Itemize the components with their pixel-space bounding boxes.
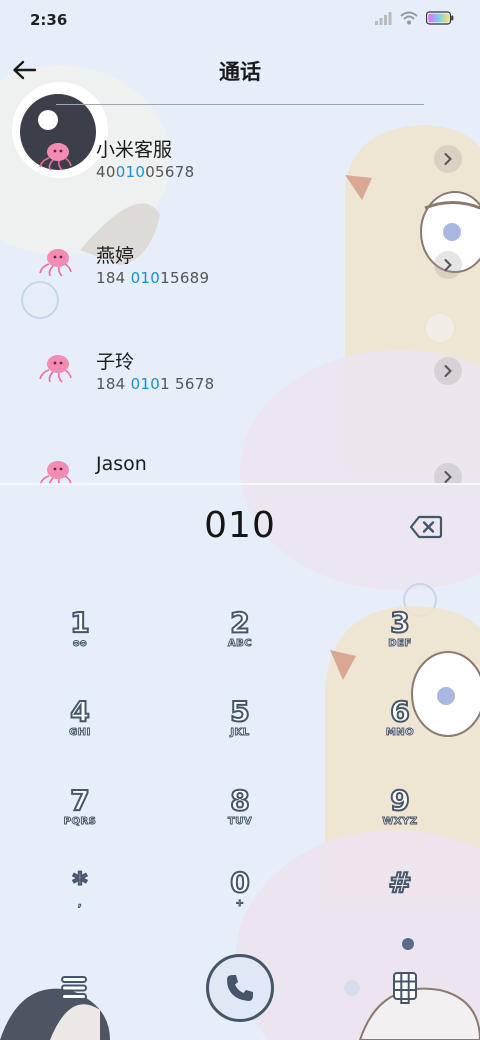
voicemail-icon: ᴑᴑ bbox=[72, 638, 88, 650]
key-digit: # bbox=[387, 865, 412, 900]
number-suffix: 05678 bbox=[145, 163, 195, 181]
key-letters: , bbox=[77, 898, 83, 910]
contact-detail-button[interactable] bbox=[434, 251, 462, 279]
header-divider bbox=[56, 104, 424, 105]
contact-number: 4001005678 bbox=[96, 163, 194, 181]
key-letters: DEF bbox=[388, 638, 412, 650]
number-prefix: 184 bbox=[96, 269, 131, 287]
key-letters: PQRS bbox=[63, 816, 97, 828]
key-digit: 9 bbox=[389, 783, 410, 818]
key-digit: 4 bbox=[69, 694, 90, 729]
chevron-right-icon bbox=[444, 259, 452, 271]
key-3[interactable]: 3 DEF bbox=[340, 605, 460, 686]
key-letters: + bbox=[235, 898, 245, 910]
status-icons bbox=[374, 11, 454, 25]
number-suffix: 15689 bbox=[160, 269, 210, 287]
header: 通话 bbox=[0, 46, 480, 96]
key-digit: 3 bbox=[389, 605, 410, 640]
dialpad-toggle-button[interactable] bbox=[390, 970, 420, 1006]
number-suffix: 1 5678 bbox=[160, 375, 215, 393]
jellyfish-avatar-icon bbox=[39, 143, 72, 171]
number-prefix: 40 bbox=[96, 163, 116, 181]
status-bar: 2:36 bbox=[0, 0, 480, 40]
contact-row[interactable]: Jason bbox=[0, 423, 480, 483]
key-4[interactable]: 4 GHI bbox=[20, 694, 140, 775]
number-match: 010 bbox=[130, 269, 161, 287]
key-6[interactable]: 6 MNO bbox=[340, 694, 460, 775]
dialer-divider bbox=[0, 483, 480, 485]
contact-detail-button[interactable] bbox=[434, 357, 462, 385]
key-digit: * bbox=[72, 865, 89, 900]
key-letters: MNO bbox=[385, 727, 415, 739]
key-digit: 0 bbox=[229, 865, 250, 900]
menu-icon bbox=[61, 976, 87, 1000]
key-letters: ABC bbox=[227, 638, 253, 650]
contact-name: 子玲 bbox=[96, 351, 135, 373]
bottom-bar bbox=[0, 950, 480, 1030]
key-letters: TUV bbox=[227, 816, 253, 828]
contact-list: 小米客服 4001005678 燕婷 184 01015689 子玲 184 0… bbox=[0, 105, 480, 483]
key-5[interactable]: 5 JKL bbox=[180, 694, 300, 775]
contact-name: 燕婷 bbox=[96, 245, 135, 267]
contact-row[interactable]: 小米客服 4001005678 bbox=[0, 105, 480, 211]
key-digit: 1 bbox=[69, 605, 90, 640]
chevron-right-icon bbox=[444, 471, 452, 483]
key-8[interactable]: 8 TUV bbox=[180, 783, 300, 864]
contact-row[interactable]: 子玲 184 0101 5678 bbox=[0, 317, 480, 423]
key-star[interactable]: * , bbox=[20, 865, 140, 946]
status-time: 2:36 bbox=[30, 11, 68, 29]
chevron-right-icon bbox=[444, 153, 452, 165]
contact-detail-button[interactable] bbox=[434, 145, 462, 173]
jellyfish-avatar-icon bbox=[39, 461, 72, 483]
key-digit: 5 bbox=[229, 694, 250, 729]
number-prefix: 184 bbox=[96, 375, 131, 393]
backspace-icon bbox=[409, 515, 443, 539]
key-digit: 8 bbox=[229, 783, 250, 818]
contact-name: Jason bbox=[96, 453, 147, 475]
key-digit: 2 bbox=[229, 605, 250, 640]
contact-number: 184 0101 5678 bbox=[96, 375, 214, 393]
key-7[interactable]: 7 PQRS bbox=[20, 783, 140, 864]
key-9[interactable]: 9 WXYZ bbox=[340, 783, 460, 864]
phone-icon bbox=[227, 975, 253, 1001]
key-1[interactable]: 1 ᴑᴑ bbox=[20, 605, 140, 686]
wifi-icon bbox=[400, 11, 418, 25]
jellyfish-avatar-icon bbox=[39, 355, 72, 383]
dialpad-icon bbox=[393, 972, 417, 1004]
battery-icon bbox=[426, 11, 454, 25]
page-title: 通话 bbox=[219, 60, 261, 84]
backspace-button[interactable] bbox=[406, 512, 446, 542]
key-letters: WXYZ bbox=[382, 816, 418, 828]
key-2[interactable]: 2 ABC bbox=[180, 605, 300, 686]
number-match: 010 bbox=[115, 163, 146, 181]
signal-icon bbox=[375, 12, 392, 25]
key-hash[interactable]: # bbox=[340, 865, 460, 946]
key-digit: 7 bbox=[69, 783, 90, 818]
contact-row[interactable]: 燕婷 184 01015689 bbox=[0, 211, 480, 317]
contact-detail-button[interactable] bbox=[434, 463, 462, 483]
chevron-right-icon bbox=[444, 365, 452, 377]
key-letters: JKL bbox=[230, 727, 250, 739]
menu-button[interactable] bbox=[56, 970, 92, 1006]
dialpad: 1 ᴑᴑ 2 ABC 3 DEF 4 GHI 5 JKL 6 MNO 7 PQR… bbox=[0, 600, 480, 930]
key-letters: GHI bbox=[69, 727, 91, 739]
call-button[interactable] bbox=[206, 954, 274, 1022]
number-match: 010 bbox=[130, 375, 161, 393]
key-digit: 6 bbox=[389, 694, 410, 729]
contact-name: 小米客服 bbox=[96, 139, 173, 161]
key-0[interactable]: 0 + bbox=[180, 865, 300, 946]
contact-number: 184 01015689 bbox=[96, 269, 209, 287]
jellyfish-avatar-icon bbox=[39, 249, 72, 277]
